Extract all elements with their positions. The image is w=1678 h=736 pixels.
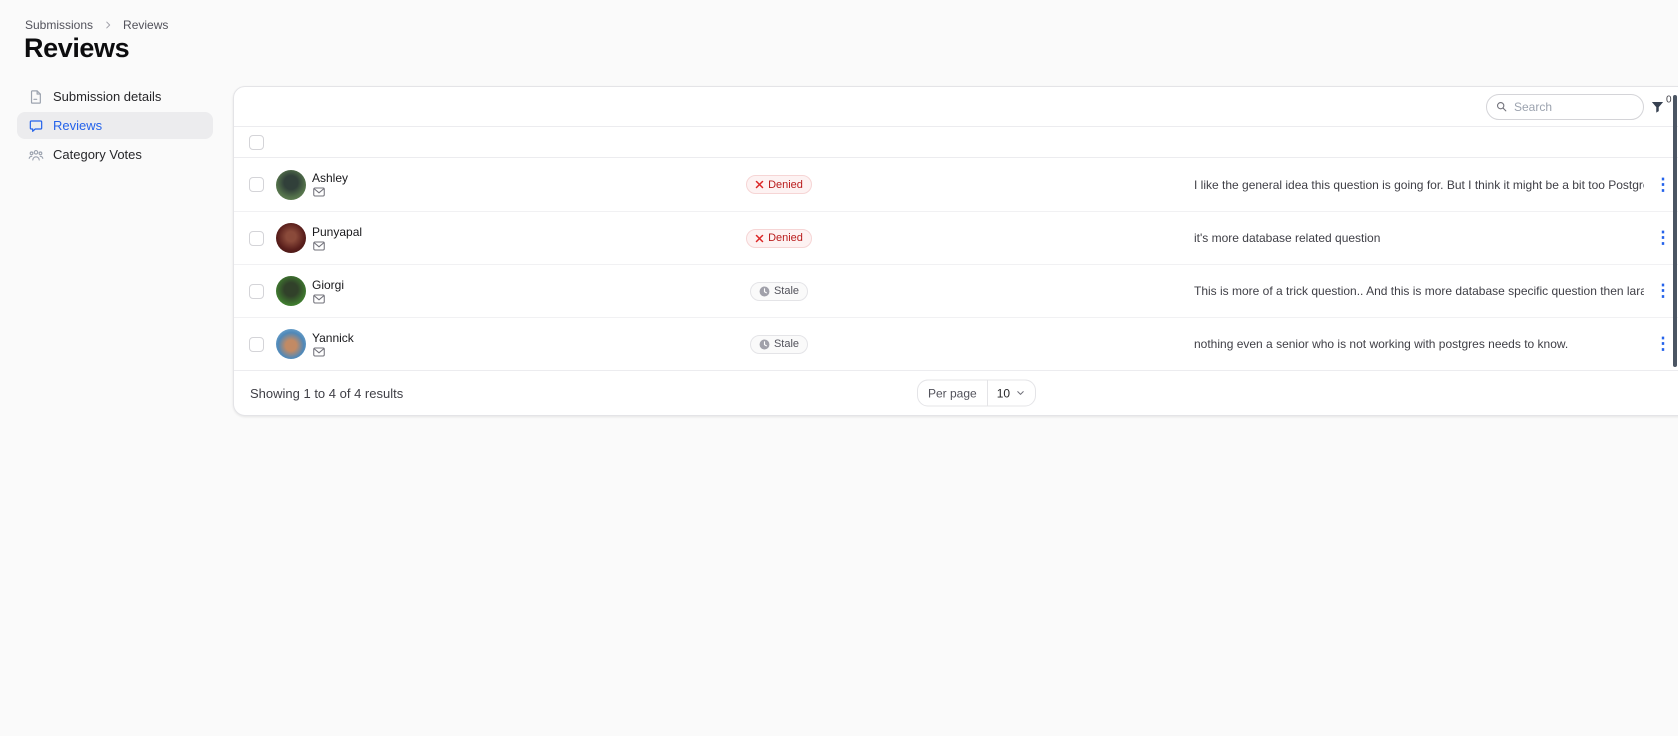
row-checkbox[interactable] — [249, 177, 264, 192]
select-all-checkbox[interactable] — [249, 134, 264, 150]
search-icon — [1495, 100, 1508, 113]
review-comment: This is more of a trick question.. And t… — [1194, 284, 1644, 298]
reviewer: Giorgi — [312, 279, 344, 304]
reviewer-name: Punyapal — [312, 224, 363, 239]
reviews-table-card: 0 Ashley Denied I like the general idea … — [233, 86, 1678, 416]
mail-icon[interactable] — [313, 347, 325, 357]
table-row[interactable]: Ashley Denied I like the general idea th… — [234, 158, 1678, 211]
row-actions-button[interactable]: ⋮ — [1654, 331, 1672, 357]
page-title: Reviews — [24, 33, 130, 63]
status-badge: Denied — [746, 228, 812, 248]
avatar — [276, 223, 306, 253]
table-row[interactable]: Punyapal Denied it's more database relat… — [234, 211, 1678, 264]
row-actions-button[interactable]: ⋮ — [1654, 278, 1672, 304]
search-input[interactable] — [1514, 99, 1635, 114]
chat-bubble-icon — [28, 118, 44, 134]
pagination-bar: Showing 1 to 4 of 4 results Per page 10 — [234, 370, 1678, 415]
status-badge: Denied — [746, 175, 812, 194]
filter-icon — [1650, 99, 1665, 114]
review-comment: it's more database related question — [1194, 231, 1381, 245]
sidebar-item-category-votes[interactable]: Category Votes — [17, 141, 213, 168]
reviewer-name: Giorgi — [312, 277, 345, 292]
sidebar-item-label: Submission details — [53, 89, 162, 104]
table-header-row — [234, 127, 1678, 158]
search-box — [1486, 93, 1644, 120]
sidebar: Submission details Reviews Category Vote… — [17, 83, 213, 168]
review-comment: I like the general idea this question is… — [1194, 177, 1644, 192]
row-actions-button[interactable]: ⋮ — [1654, 225, 1672, 251]
chevron-right-icon — [103, 20, 113, 30]
sidebar-item-reviews[interactable]: Reviews — [17, 112, 213, 139]
reviewer: Ashley — [312, 172, 348, 197]
row-actions-button[interactable]: ⋮ — [1654, 172, 1672, 198]
sidebar-item-submission-details[interactable]: Submission details — [17, 83, 213, 110]
avatar — [276, 329, 306, 359]
table-row[interactable]: Yannick Stale nothing even a senior who … — [234, 317, 1678, 370]
table-row[interactable]: Giorgi Stale This is more of a trick que… — [234, 264, 1678, 317]
breadcrumb-link-submissions[interactable]: Submissions — [25, 18, 93, 32]
status-badge: Stale — [749, 281, 809, 301]
breadcrumb: Submissions Reviews — [25, 18, 168, 32]
x-icon — [755, 234, 764, 243]
reviewer: Punyapal — [312, 226, 362, 251]
sidebar-item-label: Category Votes — [53, 147, 142, 162]
per-page-label: Per page — [928, 386, 977, 400]
clock-icon — [759, 286, 770, 297]
per-page-control: Per page 10 — [917, 379, 1037, 407]
row-checkbox[interactable] — [249, 230, 264, 246]
reviewer-name: Yannick — [312, 330, 354, 345]
per-page-select[interactable]: 10 — [988, 381, 1035, 406]
status-cell: Denied — [734, 175, 824, 194]
review-comment: nothing even a senior who is not working… — [1194, 337, 1569, 351]
vertical-scrollbar[interactable] — [1673, 95, 1677, 367]
avatar — [276, 276, 306, 306]
chevron-down-icon — [1015, 388, 1026, 399]
mail-icon[interactable] — [313, 241, 325, 251]
clock-icon — [759, 339, 770, 350]
document-icon — [28, 89, 44, 105]
row-checkbox[interactable] — [249, 336, 264, 352]
reviewer: Yannick — [312, 332, 354, 357]
row-checkbox[interactable] — [249, 283, 264, 299]
filter-count-badge: 0 — [1666, 94, 1672, 105]
reviewer-name: Ashley — [312, 171, 349, 185]
table-toolbar: 0 — [234, 87, 1678, 127]
avatar — [276, 169, 306, 200]
status-cell: Stale — [734, 281, 824, 301]
status-cell: Denied — [734, 228, 824, 248]
x-icon — [755, 180, 764, 189]
mail-icon[interactable] — [313, 294, 325, 304]
filter-button[interactable]: 0 — [1650, 94, 1672, 114]
users-icon — [28, 147, 44, 163]
breadcrumb-current: Reviews — [123, 18, 169, 32]
sidebar-item-label: Reviews — [53, 118, 103, 133]
pagination-summary: Showing 1 to 4 of 4 results — [250, 385, 404, 401]
status-cell: Stale — [734, 334, 824, 354]
mail-icon[interactable] — [313, 187, 325, 197]
status-badge: Stale — [749, 334, 809, 354]
